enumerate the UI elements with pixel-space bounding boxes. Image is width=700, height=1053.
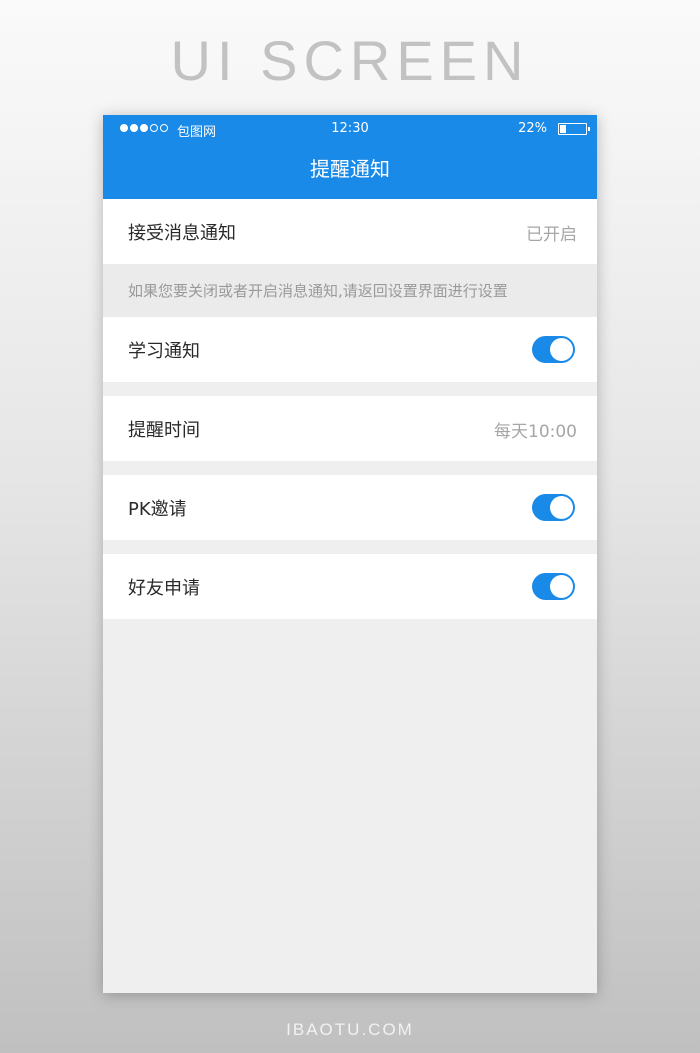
top-bar: 包图网 12:30 22% 提醒通知 [103, 115, 597, 199]
toggle-knob [550, 575, 573, 598]
study-notification-label: 学习通知 [128, 341, 200, 362]
notification-hint: 如果您要关闭或者开启消息通知,请返回设置界面进行设置 [103, 264, 597, 317]
receive-notifications-row[interactable]: 接受消息通知 已开启 [103, 199, 597, 264]
study-notification-toggle[interactable] [532, 336, 575, 363]
battery-level [560, 125, 566, 133]
battery-percent: 22% [518, 121, 547, 136]
study-notification-row: 学习通知 [103, 317, 597, 382]
footer-watermark: IBAOTU.COM [286, 1020, 414, 1039]
status-bar: 包图网 12:30 22% [103, 115, 597, 143]
page-title: 提醒通知 [310, 157, 390, 181]
reminder-time-label: 提醒时间 [128, 420, 200, 441]
friend-request-row: 好友申请 [103, 554, 597, 619]
receive-notifications-label: 接受消息通知 [128, 223, 236, 244]
reminder-time-value: 每天10:00 [494, 422, 577, 442]
reminder-time-row[interactable]: 提醒时间 每天10:00 [103, 396, 597, 461]
phone-screen: 包图网 12:30 22% 提醒通知 接受消息通知 已开启 如果您要关闭或者开启… [103, 115, 597, 993]
pk-invite-row: PK邀请 [103, 475, 597, 540]
toggle-knob [550, 496, 573, 519]
battery-icon [558, 123, 590, 135]
friend-request-label: 好友申请 [128, 578, 200, 599]
toggle-knob [550, 338, 573, 361]
headline: UI SCREEN [170, 29, 530, 92]
notification-hint-text: 如果您要关闭或者开启消息通知,请返回设置界面进行设置 [128, 282, 508, 300]
pk-invite-label: PK邀请 [128, 499, 187, 520]
friend-request-toggle[interactable] [532, 573, 575, 600]
pk-invite-toggle[interactable] [532, 494, 575, 521]
receive-notifications-status: 已开启 [526, 225, 577, 245]
